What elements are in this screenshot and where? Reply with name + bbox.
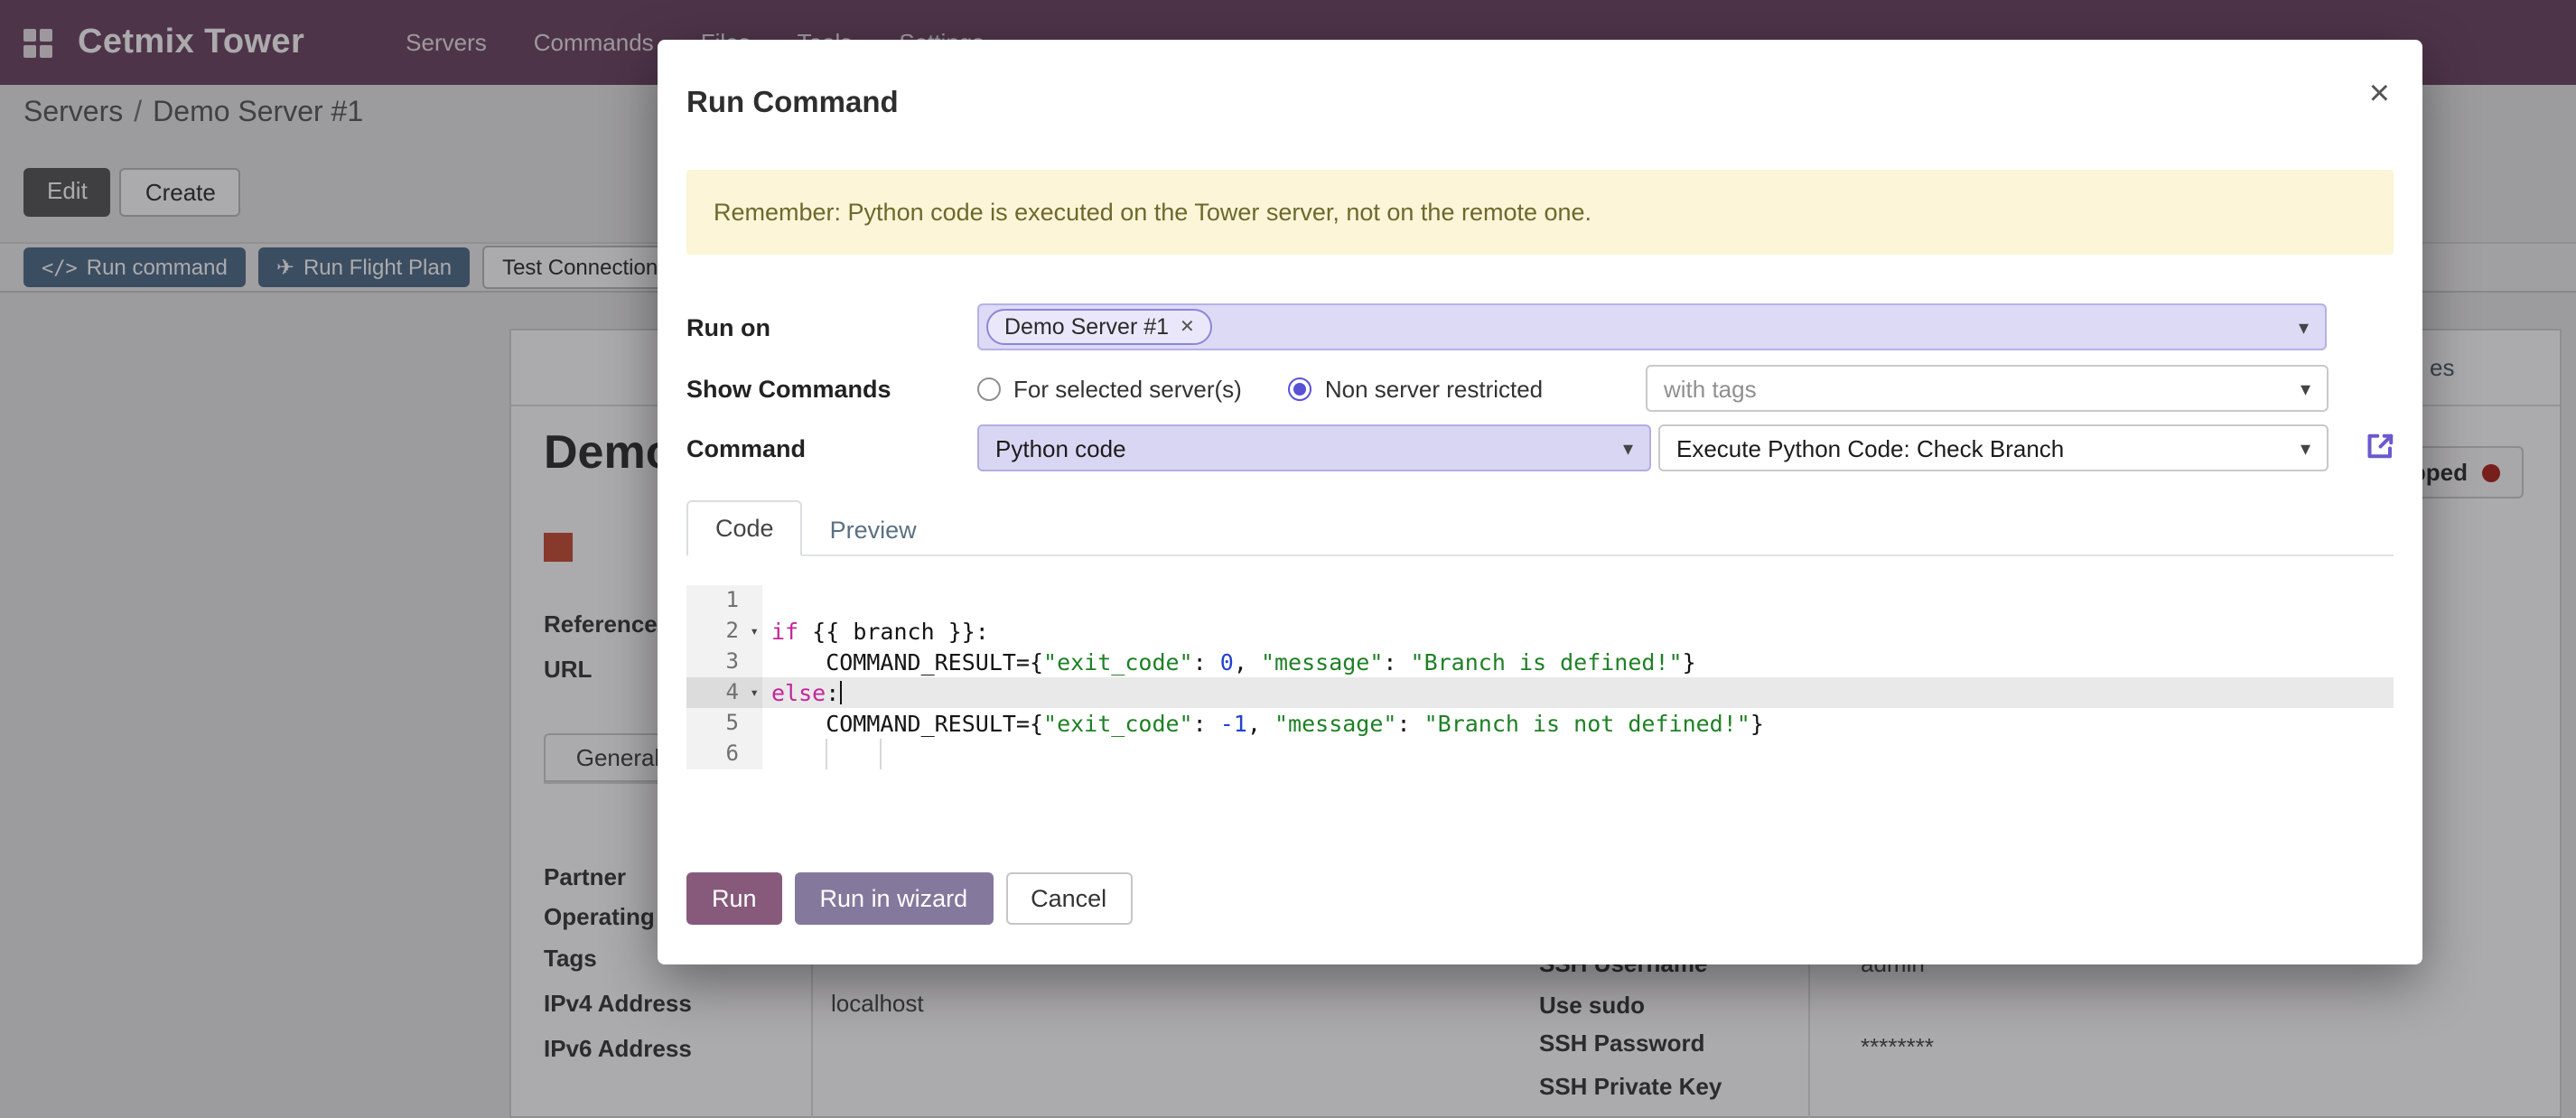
line-number: 1 [686, 585, 762, 616]
code-token-keyword: else [771, 679, 826, 706]
editor-line[interactable]: 5 COMMAND_RESULT={"exit_code": -1, "mess… [686, 708, 2394, 739]
chevron-down-icon: ▾ [1623, 437, 1633, 461]
code-token-plain: , [1234, 648, 1261, 675]
chevron-down-icon: ▾ [2301, 437, 2310, 461]
code-line-content [762, 585, 2394, 616]
modal-tabs: CodePreview [686, 500, 2394, 556]
command-select[interactable]: Execute Python Code: Check Branch ▾ [1658, 424, 2329, 471]
external-link-icon[interactable] [2363, 428, 2399, 464]
code-token-plain: : [1396, 710, 1423, 737]
chevron-down-icon: ▾ [2299, 316, 2309, 340]
server-tag-chip: Demo Server #1 ✕ [986, 309, 1213, 345]
with-tags-placeholder: with tags [1664, 376, 1757, 403]
line-number: 5 [686, 708, 762, 739]
code-token-plain: {{ branch }}: [798, 618, 989, 645]
dialog-title: Run Command [686, 87, 899, 121]
code-token-string: "message" [1261, 648, 1383, 675]
tab-code[interactable]: Code [686, 500, 803, 556]
command-value: Execute Python Code: Check Branch [1676, 435, 2064, 462]
text-cursor [839, 681, 842, 704]
code-token-string: "Branch is defined!" [1411, 648, 1683, 675]
run-button[interactable]: Run [686, 872, 782, 925]
fold-arrow-icon[interactable]: ▾ [750, 616, 759, 647]
show-commands-options: For selected server(s) Non server restric… [977, 376, 1543, 403]
screen: Cetmix Tower ServersCommandsFilesToolsSe… [0, 0, 2576, 1118]
code-token-string: "Branch is not defined!" [1424, 710, 1750, 737]
editor-line[interactable]: 6 [686, 739, 2394, 769]
code-line-content: COMMAND_RESULT={"exit_code": -1, "messag… [762, 708, 2394, 739]
show-commands-label: Show Commands [686, 376, 891, 403]
radio-option-2[interactable]: Non server restricted [1289, 376, 1543, 403]
radio-option-1[interactable]: For selected server(s) [977, 376, 1242, 403]
code-token-plain: , [1247, 710, 1274, 737]
remove-tag-icon[interactable]: ✕ [1180, 317, 1195, 337]
radio-option-label: Non server restricted [1325, 376, 1543, 403]
run-in-wizard-button[interactable]: Run in wizard [795, 872, 994, 925]
code-token-number: 0 [1220, 648, 1234, 675]
line-number: 2▾ [686, 616, 762, 647]
run-command-dialog: Run Command × Remember: Python code is e… [658, 40, 2422, 964]
indent-guide [880, 739, 882, 769]
code-token-string: "exit_code" [1043, 648, 1193, 675]
code-token-plain: } [1750, 710, 1764, 737]
warning-alert: Remember: Python code is executed on the… [686, 170, 2394, 255]
code-token-plain: : [1193, 648, 1220, 675]
code-token-plain: : [1383, 648, 1410, 675]
editor-line[interactable]: 4▾else: [686, 677, 2394, 708]
command-type-value: Python code [995, 435, 1126, 462]
editor-line[interactable]: 1 [686, 585, 2394, 616]
indent-guide [826, 739, 827, 769]
code-line-content: if {{ branch }}: [762, 616, 2394, 647]
radio-option-label: For selected server(s) [1013, 376, 1242, 403]
run-on-field-chips: Demo Server #1 ✕ [986, 309, 1213, 345]
code-line-content: else: [762, 677, 2394, 708]
code-token-plain: : [826, 679, 839, 706]
command-type-select[interactable]: Python code ▾ [977, 424, 1651, 471]
close-icon[interactable]: × [2369, 76, 2390, 112]
editor-line[interactable]: 2▾if {{ branch }}: [686, 616, 2394, 647]
code-token-string: "exit_code" [1043, 710, 1193, 737]
code-token-plain: : [1193, 710, 1220, 737]
line-number: 6 [686, 739, 762, 769]
code-token-plain: } [1683, 648, 1696, 675]
code-line-content [762, 739, 2394, 769]
code-token-plain: COMMAND_RESULT={ [771, 710, 1043, 737]
run-on-label: Run on [686, 314, 770, 341]
with-tags-select[interactable]: with tags ▾ [1646, 365, 2329, 412]
fold-arrow-icon[interactable]: ▾ [750, 677, 759, 708]
radio-unchecked-icon[interactable] [977, 377, 1001, 401]
code-token-plain: COMMAND_RESULT={ [771, 648, 1043, 675]
code-token-number: -1 [1220, 710, 1247, 737]
dialog-footer: Run Run in wizard Cancel [686, 872, 1132, 925]
cancel-button[interactable]: Cancel [1005, 872, 1132, 925]
code-token-keyword: if [771, 618, 798, 645]
run-on-field[interactable]: Demo Server #1 ✕ ▾ [977, 303, 2327, 350]
chevron-down-icon: ▾ [2301, 377, 2310, 401]
server-tag-label: Demo Server #1 [1004, 314, 1169, 340]
command-label: Command [686, 435, 806, 462]
line-number: 4▾ [686, 677, 762, 708]
code-line-content: COMMAND_RESULT={"exit_code": 0, "message… [762, 647, 2394, 677]
tab-preview[interactable]: Preview [803, 504, 944, 556]
code-token-string: "message" [1274, 710, 1396, 737]
editor-line[interactable]: 3 COMMAND_RESULT={"exit_code": 0, "messa… [686, 647, 2394, 677]
radio-checked-icon[interactable] [1289, 377, 1312, 401]
line-number: 3 [686, 647, 762, 677]
code-editor[interactable]: 12▾if {{ branch }}:3 COMMAND_RESULT={"ex… [686, 585, 2394, 769]
